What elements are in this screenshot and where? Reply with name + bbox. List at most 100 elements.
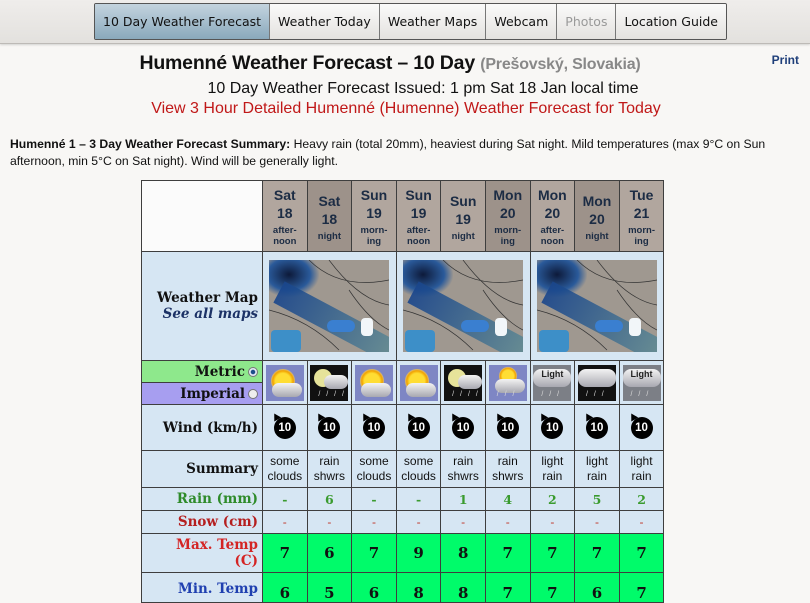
wind-arrow-icon: 10 [585, 416, 608, 439]
summary-row: Summary some clouds rain shwrs some clouds … [141, 450, 665, 488]
tab-weather-maps[interactable]: Weather Maps [378, 4, 486, 39]
day-name: Mon [582, 192, 612, 209]
rain-cell: 1 [440, 487, 486, 511]
day-period: morn-ing [494, 225, 522, 247]
summary-cell: rain shwrs [484, 450, 531, 488]
weather-icon-cell: / / / [484, 360, 531, 405]
day-name: Sat [273, 187, 296, 203]
day-date: 20 [499, 205, 516, 221]
day-period: morn-ing [628, 225, 655, 247]
top-navigation-bar: 10 Day Weather Forecast Weather Today We… [0, 0, 810, 44]
weather-map-title: Weather Map [157, 290, 258, 306]
light-rain-icon: Light / / / [533, 364, 572, 401]
weather-map-image[interactable] [403, 260, 524, 352]
nav-tabs: 10 Day Weather Forecast Weather Today We… [94, 3, 728, 40]
rain-label: Rain (mm) [141, 487, 263, 511]
max-temp-cell: 7 [618, 533, 665, 573]
isobar-lines [403, 260, 524, 351]
min-temp-cell: 6 [574, 572, 620, 603]
detailed-forecast-link[interactable]: View 3 Hour Detailed Humenné (Humenne) W… [0, 100, 810, 118]
day-date: 20 [589, 210, 605, 227]
snow-row: Snow (cm) - - - - - - - - - [141, 510, 665, 534]
date-header: Sat 18 after-noon [262, 180, 308, 252]
date-header: Sat 18 night [306, 180, 353, 252]
day-name: Mon [493, 187, 523, 203]
weather-map-image[interactable] [536, 260, 657, 352]
summary-cell: some clouds [395, 450, 442, 488]
min-temp-row: Min. Temp 6 5 6 8 8 7 7 6 7 [141, 572, 665, 603]
day-date: 19 [366, 205, 382, 221]
summary-cell: some clouds [262, 450, 308, 488]
min-temp-cell: 6 [262, 572, 308, 603]
weather-icon-cell: Light / / / [529, 360, 576, 405]
tab-10-day-forecast[interactable]: 10 Day Weather Forecast [95, 4, 270, 39]
page-title-region: (Prešovský, Slovakia) [480, 56, 641, 73]
max-temp-row: Max. Temp (C) 7 6 7 9 8 7 7 7 7 [141, 533, 665, 573]
weather-icon-cell [395, 360, 442, 405]
day-period: night [585, 230, 609, 242]
weather-map-row: Weather Map See all maps [141, 251, 665, 361]
moon-rain-icon: / / / / [444, 364, 483, 401]
weather-map-cell [262, 251, 397, 361]
day-period: night [317, 230, 341, 242]
summary-cell: rain shwrs [306, 450, 353, 488]
weather-map-cell [529, 251, 665, 361]
wind-arrow-icon: 10 [318, 416, 341, 439]
date-header: Mon 20 morn-ing [484, 180, 531, 252]
issued-time: 10 Day Weather Forecast Issued: 1 pm Sat… [207, 80, 639, 97]
tab-photos: Photos [556, 4, 616, 39]
max-temp-cell: 6 [306, 533, 353, 573]
day-name: Sun [405, 187, 432, 203]
wind-arrow-icon: 10 [541, 416, 564, 439]
snow-cell: - [351, 510, 397, 534]
tab-location-guide[interactable]: Location Guide [615, 4, 727, 39]
tab-weather-today[interactable]: Weather Today [269, 4, 379, 39]
sun-cloud-rain-icon: / / / [488, 364, 527, 401]
summary-cell: light rain [529, 450, 576, 488]
day-name: Sat [318, 192, 341, 209]
max-temp-cell: 7 [351, 533, 397, 573]
imperial-option[interactable]: Imperial [141, 382, 263, 405]
moon-rain-icon: / / / / [310, 364, 349, 401]
date-header: Mon 20 night [574, 180, 620, 252]
day-date: 18 [277, 205, 293, 221]
min-temp-cell: 7 [618, 572, 665, 603]
forecast-summary-heading: Humenné 1 – 3 Day Weather Forecast Summa… [10, 137, 291, 151]
forecast-summary: Humenné 1 – 3 Day Weather Forecast Summa… [10, 136, 800, 170]
isobar-lines [269, 260, 390, 351]
see-all-maps-link[interactable]: See all maps [142, 306, 258, 322]
day-date: 20 [544, 205, 561, 221]
metric-option[interactable]: Metric [141, 360, 263, 383]
max-temp-cell: 9 [395, 533, 442, 573]
page-title-text: Humenné Weather Forecast – 10 Day [139, 52, 475, 74]
wind-row: Wind (km/h) 10 10 10 10 10 10 10 10 10 [141, 404, 665, 451]
tab-webcam[interactable]: Webcam [485, 4, 557, 39]
sun-cloud-icon [399, 364, 438, 401]
metric-radio[interactable] [248, 367, 258, 377]
summary-cell: rain shwrs [440, 450, 486, 488]
snow-label: Snow (cm) [141, 510, 263, 534]
forecast-table: Sat 18 after-noon Sat 18 night Sun 19 morn-ing… [141, 180, 665, 603]
summary-label: Summary [141, 450, 263, 488]
weather-map-cell [395, 251, 531, 361]
rain-cell: - [262, 487, 308, 511]
weather-map-label: Weather Map See all maps [141, 251, 263, 361]
day-name: Sun [449, 192, 477, 209]
day-date: 19 [410, 205, 427, 221]
sun-cloud-icon [354, 364, 393, 401]
weather-icon-cell: / / / [574, 360, 620, 405]
date-header: Sun 19 after-noon [395, 180, 442, 252]
day-date: 19 [455, 210, 471, 227]
imperial-radio[interactable] [248, 389, 258, 399]
min-temp-cell: 8 [395, 572, 442, 603]
units-row: Metric / / / / / / / / / / / Light / / / … [141, 360, 665, 405]
wind-arrow-icon: 10 [407, 416, 430, 439]
night-rain-icon: / / / [577, 364, 616, 401]
wind-arrow-icon: 10 [452, 416, 475, 439]
rain-cell: 4 [484, 487, 531, 511]
day-name: Sun [360, 187, 388, 203]
date-header: Tue 21 morn-ing [618, 180, 665, 252]
day-name: Tue [629, 187, 654, 203]
rain-cell: - [351, 487, 397, 511]
weather-map-image[interactable] [269, 260, 390, 352]
